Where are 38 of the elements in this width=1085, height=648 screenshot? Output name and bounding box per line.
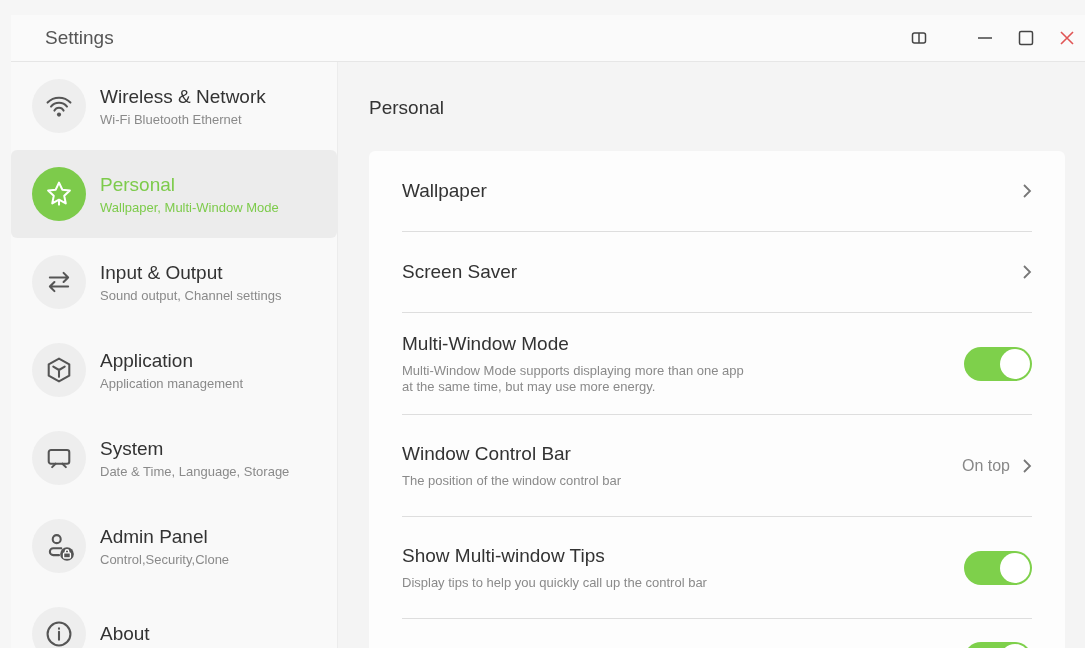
toggle-switch[interactable] [964, 346, 1032, 381]
setting-title: Window Control Bar [402, 442, 572, 465]
close-icon[interactable] [1059, 30, 1075, 46]
item-title: Application [100, 349, 194, 372]
item-subtitle: Sound output, Channel settings [100, 287, 282, 303]
item-subtitle: Wallpaper, Multi-Window Mode [100, 199, 279, 215]
setting-title: Wallpaper [402, 180, 488, 202]
split-view-icon[interactable] [911, 30, 927, 46]
window-title: Settings [45, 27, 115, 49]
item-title: Wireless & Network [100, 85, 266, 108]
section-heading: Personal [369, 96, 445, 120]
item-subtitle: Application management [100, 375, 244, 391]
sidebar-item[interactable]: About [11, 590, 337, 648]
sidebar-item[interactable]: Application Application management [11, 326, 337, 414]
toggle-switch[interactable] [964, 550, 1032, 585]
item-title: Personal [100, 173, 176, 196]
item-subtitle: Control,Security,Clone [100, 551, 230, 567]
setting-title: Multi-Window Mode [402, 332, 570, 355]
chevron-right-icon[interactable] [1022, 457, 1032, 474]
sidebar-item[interactable]: Input & Output Sound output, Channel settings [11, 238, 337, 326]
item-title: Input & Output [100, 261, 224, 284]
setting-description: The position of the window control bar [402, 472, 622, 489]
setting-description: Multi-Window Mode supports displaying more than one app at the same time, but may use more energy. [402, 362, 745, 395]
chevron-right-icon[interactable] [1022, 264, 1032, 280]
sidebar-item[interactable]: Wireless & Network Wi-Fi Bluetooth Ethernet [11, 62, 337, 150]
item-subtitle: Wi-Fi Bluetooth Ethernet [100, 111, 243, 127]
sidebar-item[interactable]: Admin Panel Control,Security,Clone [11, 502, 337, 590]
maximize-icon[interactable] [1018, 30, 1034, 46]
setting-value: On top [961, 456, 1010, 475]
setting-title: Screen Saver [402, 261, 519, 283]
item-subtitle: Date & Time, Language, Storage [100, 463, 290, 479]
setting-title: Show Multi-window Tips [402, 544, 606, 567]
item-title: System [100, 437, 165, 460]
setting-description: Display tips to help you quickly call up the control bar [402, 574, 708, 591]
item-title: Admin Panel [100, 525, 209, 548]
item-title: About [100, 623, 150, 645]
chevron-right-icon[interactable] [1022, 183, 1032, 199]
sidebar-item[interactable]: System Date & Time, Language, Storage [11, 414, 337, 502]
